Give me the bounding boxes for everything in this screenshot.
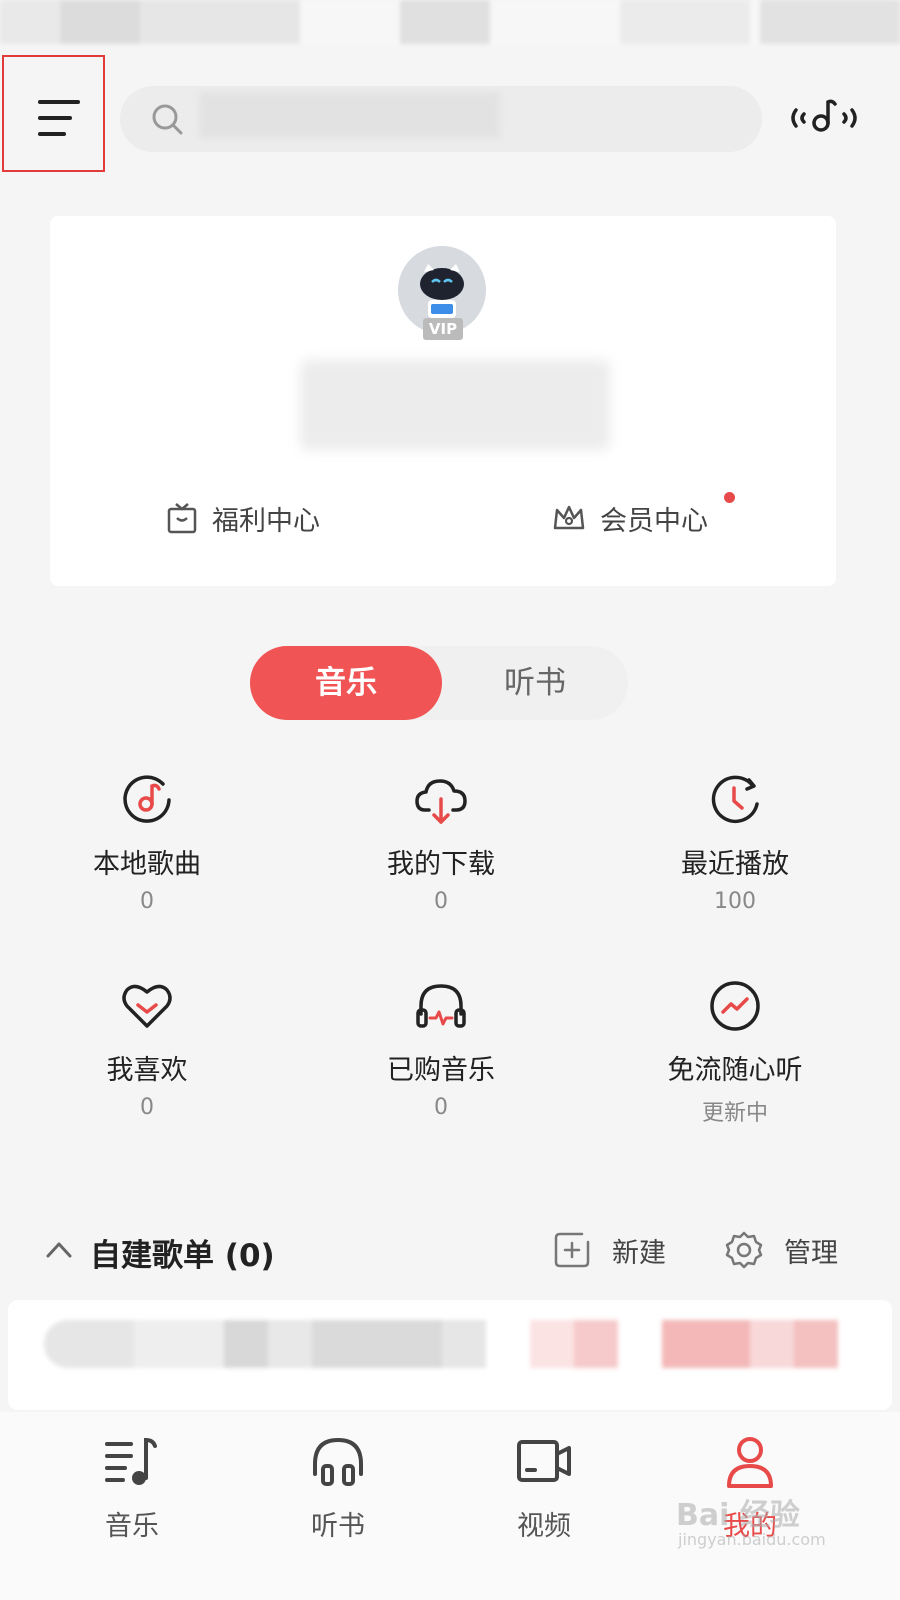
- new-playlist-label: 新建: [612, 1237, 666, 1269]
- grid-item-recent[interactable]: 最近播放 100: [620, 772, 850, 914]
- grid-item-downloads[interactable]: 我的下载 0: [326, 772, 556, 914]
- grid-item-local-songs[interactable]: 本地歌曲 0: [32, 772, 262, 914]
- cloud-download-icon: [415, 779, 467, 824]
- status-bar: [0, 0, 900, 46]
- member-center-label: 会员中心: [600, 505, 708, 537]
- search-icon: [152, 104, 183, 135]
- grid-label: 最近播放: [681, 849, 789, 880]
- tab-label: 音乐: [105, 1511, 159, 1542]
- baidu-watermark-url: jingyan.baidu.com: [678, 1530, 826, 1549]
- grid-count: 更新中: [701, 1101, 768, 1126]
- grid-count: 0: [140, 1095, 154, 1120]
- grid-label: 免流随心听: [667, 1055, 803, 1086]
- tab-music-segment[interactable]: 音乐: [250, 646, 442, 720]
- grid-count: 100: [714, 889, 756, 914]
- username-blurred: [300, 360, 610, 450]
- welfare-center-link[interactable]: 福利中心: [166, 496, 320, 540]
- headphones-icon: [313, 1437, 363, 1486]
- chevron-up-icon[interactable]: [44, 1236, 74, 1262]
- clock-icon: [711, 775, 759, 824]
- manage-playlists-label: 管理: [784, 1237, 838, 1269]
- grid-label: 我喜欢: [106, 1055, 188, 1086]
- menu-icon[interactable]: [38, 100, 82, 138]
- grid-item-favorites[interactable]: 我喜欢 0: [32, 978, 262, 1120]
- search-placeholder-blurred: [200, 92, 500, 138]
- music-list-icon: [105, 1437, 157, 1485]
- welfare-center-label: 福利中心: [212, 505, 320, 537]
- video-icon: [517, 1440, 571, 1482]
- grid-label: 已购音乐: [387, 1055, 495, 1086]
- tab-audiobook[interactable]: 听书: [278, 1432, 398, 1543]
- music-disc-icon: [123, 775, 171, 823]
- music-recognition-icon[interactable]: [788, 96, 860, 140]
- notification-dot: [724, 492, 735, 503]
- grid-count: 0: [140, 889, 154, 914]
- grid-count: 0: [434, 889, 448, 914]
- headphones-icon: [416, 984, 466, 1028]
- gear-icon: [725, 1231, 763, 1269]
- profile-icon: [727, 1437, 773, 1488]
- gift-bag-icon: [167, 503, 197, 534]
- tab-label: 视频: [517, 1511, 571, 1542]
- add-square-icon: [554, 1232, 590, 1268]
- baidu-watermark: Bai 经验: [676, 1498, 800, 1533]
- manage-playlists-button[interactable]: 管理: [724, 1230, 838, 1270]
- new-playlist-button[interactable]: 新建: [552, 1230, 666, 1270]
- vip-badge: VIP: [423, 318, 463, 340]
- grid-item-free-listen[interactable]: 免流随心听 更新中: [620, 978, 850, 1127]
- member-center-link[interactable]: 会员中心: [552, 496, 708, 540]
- grid-count: 0: [434, 1095, 448, 1120]
- tab-label: 听书: [311, 1511, 365, 1542]
- heart-icon: [122, 984, 172, 1028]
- tab-music[interactable]: 音乐: [72, 1432, 192, 1543]
- grid-label: 本地歌曲: [93, 849, 201, 880]
- playlists-section-title: 自建歌单 (0): [90, 1238, 275, 1274]
- trend-icon: [710, 981, 760, 1031]
- tab-video[interactable]: 视频: [484, 1432, 604, 1543]
- grid-item-purchased[interactable]: 已购音乐 0: [326, 978, 556, 1120]
- tab-audiobook-segment[interactable]: 听书: [442, 646, 628, 720]
- crown-icon: [553, 505, 585, 530]
- grid-label: 我的下载: [387, 849, 495, 880]
